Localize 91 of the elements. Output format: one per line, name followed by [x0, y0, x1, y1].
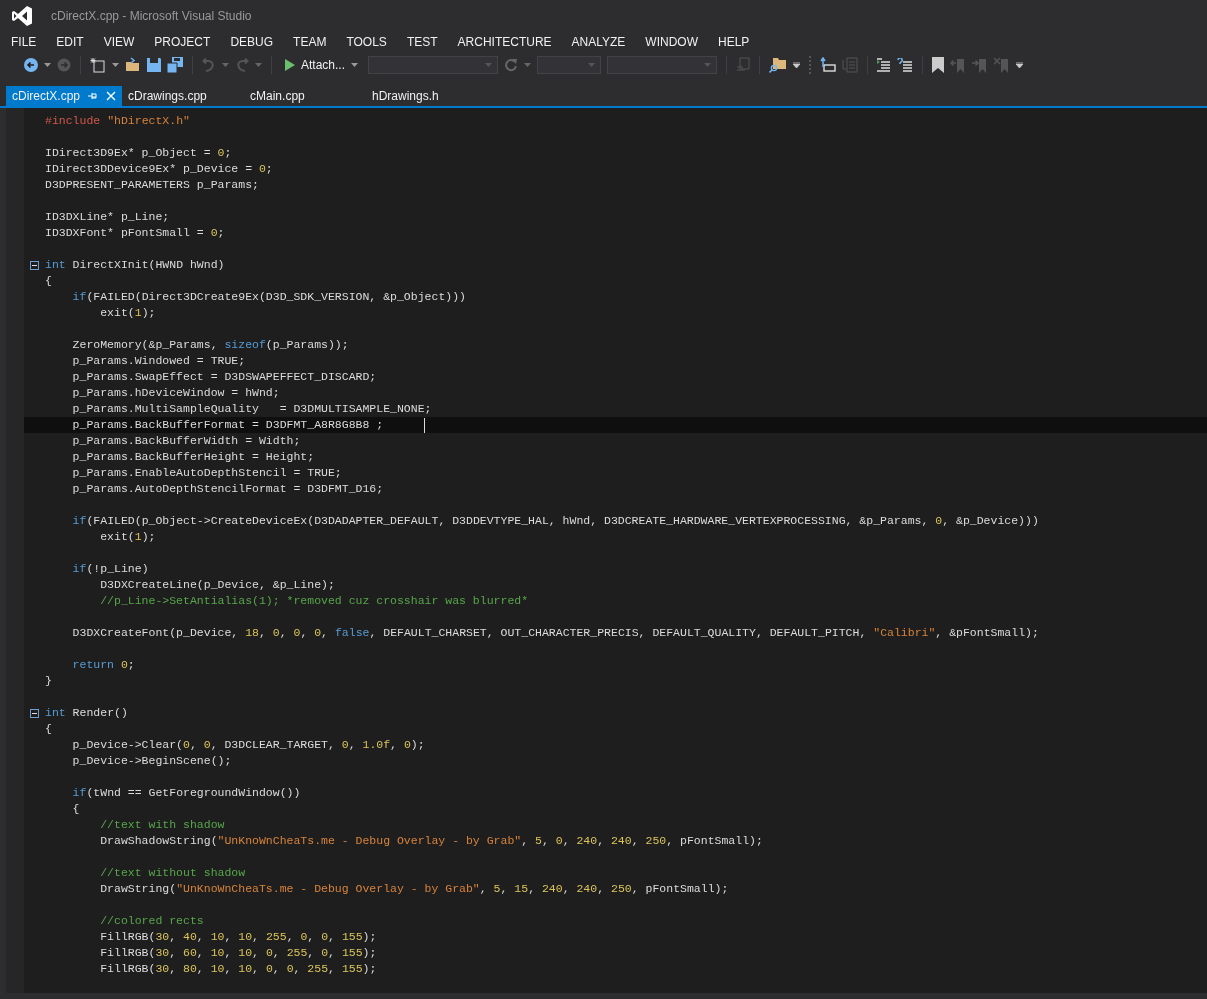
code-line: if(tWnd == GetForegroundWindow())	[71, 785, 301, 801]
code-line: IDirect3D9Ex* p_Object = 0;	[45, 145, 232, 161]
code-line: //colored rects	[99, 913, 204, 929]
caret-icon	[704, 63, 712, 67]
file-tab[interactable]: cMain.cpp	[244, 86, 347, 106]
menu-item[interactable]: WINDOW	[645, 35, 698, 49]
dropdown-arrow-icon[interactable]	[222, 63, 229, 67]
visual-studio-logo-icon	[11, 5, 33, 27]
attach-button[interactable]: Attach...	[281, 56, 363, 74]
code-line: int Render()	[45, 705, 128, 721]
code-line: //text with shadow	[99, 817, 225, 833]
code-line: {	[45, 721, 52, 737]
caret-icon	[485, 63, 493, 67]
code-line: if(FAILED(Direct3DCreate9Ex(D3D_SDK_VERSION, &p_Object)))	[71, 289, 466, 305]
code-line: p_Params.Windowed = TRUE;	[71, 353, 246, 369]
code-line: int DirectXInit(HWND hWnd)	[45, 257, 225, 273]
code-line: ID3DXFont* pFontSmall = 0;	[45, 225, 225, 241]
code-line: IDirect3DDevice9Ex* p_Device = 0;	[45, 161, 273, 177]
code-line: p_Params.SwapEffect = D3DSWAPEFFECT_DISCARD;	[71, 369, 377, 385]
collapse-icon[interactable]	[30, 260, 39, 270]
code-line: FillRGB(30, 40, 10, 10, 255, 0, 0, 155);	[99, 929, 377, 945]
menu-item[interactable]: TOOLS	[346, 35, 387, 49]
caret-icon	[588, 63, 596, 67]
menu-item[interactable]: EDIT	[56, 35, 84, 49]
code-line: {	[71, 801, 80, 817]
bookmark-icon[interactable]	[932, 57, 945, 73]
new-project-icon[interactable]	[90, 57, 106, 73]
code-line: //text without shadow	[99, 865, 246, 881]
dropdown-field[interactable]	[368, 56, 499, 74]
code-line: p_Params.BackBufferWidth = Width;	[71, 433, 301, 449]
file-tab[interactable]: cDirectX.cpp	[6, 86, 123, 106]
code-line: D3DXCreateFont(p_Device, 18, 0, 0, 0, false, DEFAULT_CHARSET, OUT_CHARACTER_PRECIS, DEFAULT_QUALITY, DEFAULT_PITCH, "Calibri", &pFontSmall);	[71, 625, 1039, 641]
menu-item[interactable]: VIEW	[103, 35, 135, 49]
menu-item[interactable]: ARCHITECTURE	[457, 35, 552, 49]
code-line: {	[45, 273, 52, 289]
dropdown-arrow-icon[interactable]	[255, 63, 262, 67]
code-line: FillRGB(30, 80, 10, 10, 0, 0, 255, 155);	[99, 961, 377, 977]
code-line: DrawString("UnKnoWnCheaTs.me - Debug Overlay - by Grab", 5, 15, 240, 240, 250, pFontSmall);	[99, 881, 729, 897]
code-line: }	[45, 673, 52, 689]
play-icon	[285, 59, 295, 71]
dropdown-field[interactable]	[537, 56, 602, 74]
back-icon[interactable]	[24, 58, 38, 72]
window-title: cDirectX.cpp - Microsoft Visual Studio	[51, 9, 252, 23]
code-line: if(!p_Line)	[71, 561, 149, 577]
code-line: D3DXCreateLine(p_Device, &p_Line);	[99, 577, 335, 593]
file-tab[interactable]: cDrawings.cpp	[122, 86, 225, 106]
indent-lines-icon[interactable]	[877, 58, 892, 72]
code-line: p_Params.AutoDepthStencilFormat = D3DFMT_D16;	[71, 481, 384, 497]
menu-item[interactable]: FILE	[11, 35, 37, 49]
dropdown-field[interactable]	[607, 56, 718, 74]
code-line: D3DPRESENT_PARAMETERS p_Params;	[45, 177, 259, 193]
open-folder-icon[interactable]	[125, 57, 141, 73]
menu-item[interactable]: HELP	[718, 35, 750, 49]
code-line: ZeroMemory(&p_Params, sizeof(p_Params));	[71, 337, 349, 353]
code-line: p_Params.hDeviceWindow = hWnd;	[71, 385, 280, 401]
code-line: p_Params.EnableAutoDepthStencil = TRUE;	[71, 465, 342, 481]
code-line: FillRGB(30, 60, 10, 10, 0, 255, 0, 155);	[99, 945, 377, 961]
collapse-icon[interactable]	[30, 708, 39, 718]
menu-item[interactable]: DEBUG	[230, 35, 274, 49]
overflow-arrow-icon[interactable]	[1016, 62, 1024, 68]
save-all-icon[interactable]	[167, 57, 183, 73]
code-line: //p_Line->SetAntialias(1); *removed cuz crosshair was blurred*	[99, 593, 529, 609]
pin-icon[interactable]	[88, 91, 99, 101]
code-line: p_Params.MultiSampleQuality = D3DMULTISAMPLE_NONE;	[71, 401, 432, 417]
code-line: p_Device->BeginScene();	[71, 753, 232, 769]
code-line: if(FAILED(p_Object->CreateDeviceEx(D3DADAPTER_DEFAULT, D3DDEVTYPE_HAL, hWnd, D3DCREATE_HARDWARE_VERTEXPROCESSING, &p_Params, 0, &p_Device)))	[71, 513, 1039, 529]
file-tab[interactable]: hDrawings.h	[366, 86, 469, 106]
dropdown-arrow-icon[interactable]	[524, 63, 532, 67]
find-in-folder-icon[interactable]	[769, 56, 788, 74]
dropdown-arrow-icon[interactable]	[44, 63, 51, 67]
code-line: p_Params.BackBufferHeight = Height;	[71, 449, 315, 465]
code-line: #include "hDirectX.h"	[45, 113, 190, 129]
code-line: DrawShadowString("UnKnoWnCheaTs.me - Debug Overlay - by Grab", 5, 0, 240, 240, 250, pFontSmall);	[99, 833, 763, 849]
dropdown-arrow-icon[interactable]	[112, 63, 119, 67]
close-icon[interactable]	[106, 91, 117, 101]
refresh-icon[interactable]	[504, 58, 519, 72]
comment-lines-icon[interactable]	[897, 58, 914, 72]
menu-item[interactable]: ANALYZE	[571, 35, 626, 49]
menu-item[interactable]: TEAM	[293, 35, 327, 49]
code-line: exit(1);	[99, 529, 156, 545]
code-line: exit(1);	[99, 305, 156, 321]
overflow-arrow-icon[interactable]	[793, 62, 801, 68]
code-line: p_Device->Clear(0, 0, D3DCLEAR_TARGET, 0, 1.0f, 0);	[71, 737, 425, 753]
code-line: return 0;	[71, 657, 135, 673]
caret-icon	[351, 63, 359, 67]
save-icon[interactable]	[147, 58, 161, 72]
step-out-icon[interactable]	[820, 57, 837, 73]
menu-item[interactable]: TEST	[406, 35, 438, 49]
code-line: ID3DXLine* p_Line;	[45, 209, 170, 225]
menu-item[interactable]: PROJECT	[154, 35, 211, 49]
code-line: p_Params.BackBufferFormat = D3DFMT_A8R8G8B8 ;	[71, 417, 384, 433]
